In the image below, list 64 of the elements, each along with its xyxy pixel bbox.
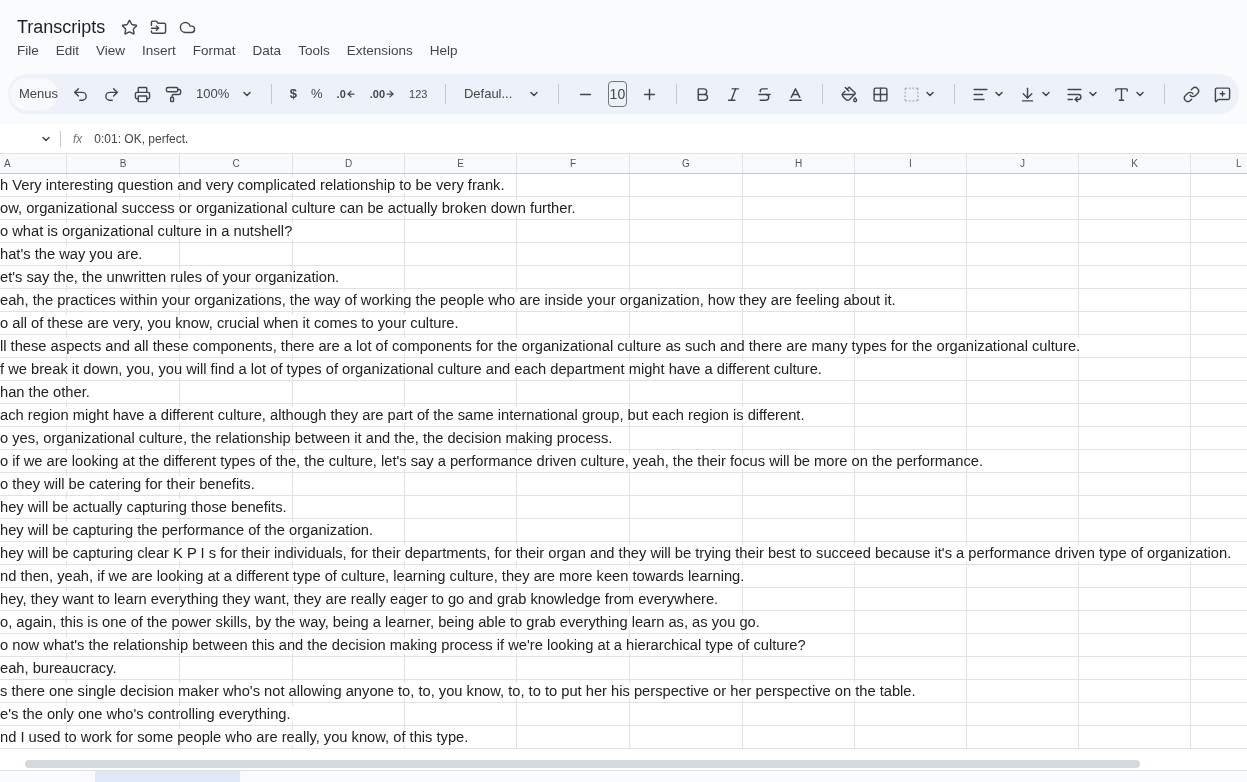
paint-format-icon[interactable] <box>165 85 183 103</box>
decrease-decimals-button[interactable]: .0 <box>336 85 356 103</box>
menu-item[interactable]: Extensions <box>346 40 413 62</box>
column-header[interactable]: L <box>1191 154 1247 173</box>
text-rotation-icon[interactable] <box>1113 85 1131 103</box>
strikethrough-icon[interactable] <box>756 85 774 103</box>
menu-item[interactable]: Help <box>429 40 458 62</box>
star-icon[interactable] <box>121 18 139 36</box>
menu-item[interactable]: Insert <box>142 40 176 62</box>
borders-icon[interactable] <box>871 85 889 103</box>
table-cell: e's the only one who's controlling everything. <box>0 706 293 722</box>
column-header[interactable]: F <box>517 154 630 173</box>
currency-button[interactable]: $ <box>289 84 297 104</box>
menu-item[interactable]: File <box>17 40 39 62</box>
column-header[interactable]: K <box>1079 154 1191 173</box>
column-header[interactable]: G <box>630 154 743 173</box>
column-header[interactable]: D <box>293 154 405 173</box>
print-icon[interactable] <box>134 85 152 103</box>
column-header[interactable]: A <box>0 154 67 173</box>
horizontal-scrollbar[interactable] <box>25 760 1140 768</box>
table-cell: hey will be actually capturing those benefits. <box>0 499 289 515</box>
table-cell: ach region might have a different culture, although they are part of the same international group, but each region is different. <box>0 407 807 423</box>
menu-item[interactable]: Data <box>252 40 282 62</box>
table-cell: han the other. <box>0 384 92 400</box>
column-header[interactable]: E <box>405 154 517 173</box>
percent-button[interactable]: % <box>311 84 323 104</box>
arrow-right-icon <box>385 89 396 99</box>
zoom-select[interactable]: 100% <box>196 84 254 104</box>
font-select[interactable]: Defaul... <box>463 84 541 104</box>
document-title[interactable]: Transcripts <box>17 13 106 41</box>
table-cell: o what is organizational culture in a nutshell? <box>0 223 295 239</box>
column-header[interactable]: I <box>855 154 967 173</box>
table-cell: eah, bureaucracy. <box>0 660 119 676</box>
fill-color-icon[interactable] <box>840 85 858 103</box>
table-cell: o now what's the relationship between this and the decision making process if we're looking at a hierarchical type of culture? <box>0 637 808 653</box>
menu-item[interactable]: View <box>96 40 126 62</box>
menu-item[interactable]: Format <box>192 40 236 62</box>
arrow-left-icon <box>345 89 356 99</box>
table-cell: eah, the practices within your organizations, the way of working the people who are inside your organization, how they are feeling about it. <box>0 292 898 308</box>
number-format-button[interactable]: 123 <box>409 85 428 103</box>
redo-icon[interactable] <box>103 85 121 103</box>
menus-search-field[interactable]: Menus <box>10 78 59 110</box>
table-cell: f we break it down, you, you will find a lot of types of organizational culture and each department might have a different culture. <box>0 361 824 377</box>
column-header[interactable]: B <box>67 154 180 173</box>
folder-icon[interactable] <box>150 18 168 36</box>
table-cell: o they will be catering for their benefits. <box>0 476 257 492</box>
comment-icon[interactable] <box>1213 85 1231 103</box>
table-cell: h Very interesting question and very complicated relationship to be very frank. <box>0 177 507 193</box>
column-header[interactable]: J <box>967 154 1079 173</box>
menu-item[interactable]: Tools <box>298 40 330 62</box>
fx-label: fx <box>72 130 84 148</box>
table-cell: o, again, this is one of the power skills, by the way, being a learner, being able to grab everything learn as, as you go. <box>0 614 762 630</box>
increase-decimals-button[interactable]: .00 <box>369 85 396 103</box>
column-header[interactable]: C <box>180 154 293 173</box>
menu-item[interactable]: Edit <box>55 40 80 62</box>
font-size-field[interactable]: 10 <box>607 81 627 107</box>
column-header[interactable]: H <box>743 154 855 173</box>
table-cell: ow, organizational success or organizational culture can be actually broken down further. <box>0 200 578 216</box>
formula-field[interactable]: 0:01: OK, perfect. <box>94 129 189 148</box>
undo-icon[interactable] <box>72 85 90 103</box>
table-cell: o all of these are very, you know, crucial when it comes to your culture. <box>0 315 461 331</box>
text-color-icon[interactable] <box>787 85 805 103</box>
link-icon[interactable] <box>1182 85 1200 103</box>
table-cell: s there one single decision maker who's not allowing anyone to, to, you know, to, to to put her his perspective or her perspective on the table. <box>0 683 918 699</box>
